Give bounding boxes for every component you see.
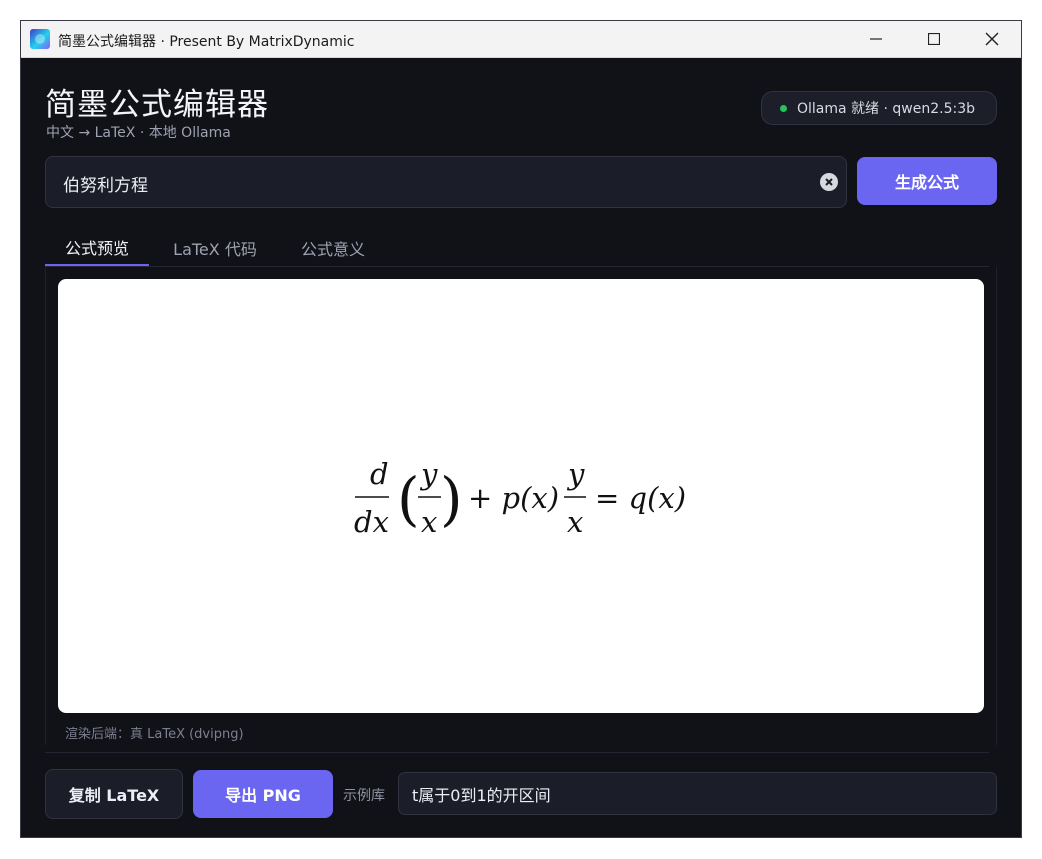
app-window: 简墨公式编辑器 · Present By MatrixDynamic 简墨公式编… [20, 20, 1022, 838]
maximize-button[interactable] [905, 21, 963, 57]
frac2-num: y [566, 457, 585, 491]
close-button[interactable] [963, 21, 1021, 57]
status-text: Ollama 就绪 · qwen2.5:3b [797, 101, 975, 117]
examples-label: 示例库 [343, 788, 385, 804]
frac1-num: d [370, 457, 389, 491]
left-paren: ( [397, 465, 420, 533]
maximize-icon [928, 33, 940, 45]
app-icon [30, 29, 50, 49]
minimize-icon [870, 38, 882, 40]
generate-formula-button[interactable]: 生成公式 [857, 157, 997, 205]
copy-latex-button[interactable]: 复制 LaTeX [45, 769, 183, 819]
footer-divider [45, 752, 989, 753]
app-subtitle: 中文 → LaTeX · 本地 Ollama [46, 125, 231, 141]
frac1-den: dx [354, 505, 389, 539]
minimize-button[interactable] [847, 21, 905, 57]
plus-term: + p(x) [468, 481, 559, 515]
app-title: 简墨公式编辑器 [45, 87, 269, 123]
render-backend-note: 渲染后端：真 LaTeX (dvipng) [65, 727, 244, 742]
inner-den: x [421, 505, 437, 539]
clear-circle-icon [825, 178, 833, 186]
rhs-term: = q(x) [595, 481, 686, 515]
tab-formula-preview[interactable]: 公式预览 [45, 229, 149, 266]
inner-num: y [419, 457, 438, 491]
examples-select[interactable]: t属于0到1的开区间 [398, 772, 997, 815]
export-png-button[interactable]: 导出 PNG [193, 770, 333, 818]
status-dot-icon [780, 104, 787, 112]
ollama-status-badge: Ollama 就绪 · qwen2.5:3b [761, 91, 997, 125]
query-input[interactable] [61, 157, 805, 209]
window-title: 简墨公式编辑器 · Present By MatrixDynamic [58, 34, 355, 50]
tab-bar: 公式预览 LaTeX 代码 公式意义 [45, 229, 989, 267]
right-paren: ) [440, 465, 463, 533]
clear-button[interactable] [820, 173, 838, 191]
query-box [45, 156, 847, 209]
examples-selected-value: t属于0到1的开区间 [412, 785, 551, 805]
close-icon [985, 32, 999, 46]
frac2-den: x [567, 505, 583, 539]
formula-render: d dx ( y x ) + p(x) y x = q(x) [354, 457, 686, 539]
title-bar: 简墨公式编辑器 · Present By MatrixDynamic [21, 21, 1021, 58]
tab-formula-meaning[interactable]: 公式意义 [289, 229, 377, 266]
tab-latex-code[interactable]: LaTeX 代码 [161, 229, 269, 266]
formula-preview-card: d dx ( y x ) + p(x) y x = q(x) [58, 279, 984, 713]
